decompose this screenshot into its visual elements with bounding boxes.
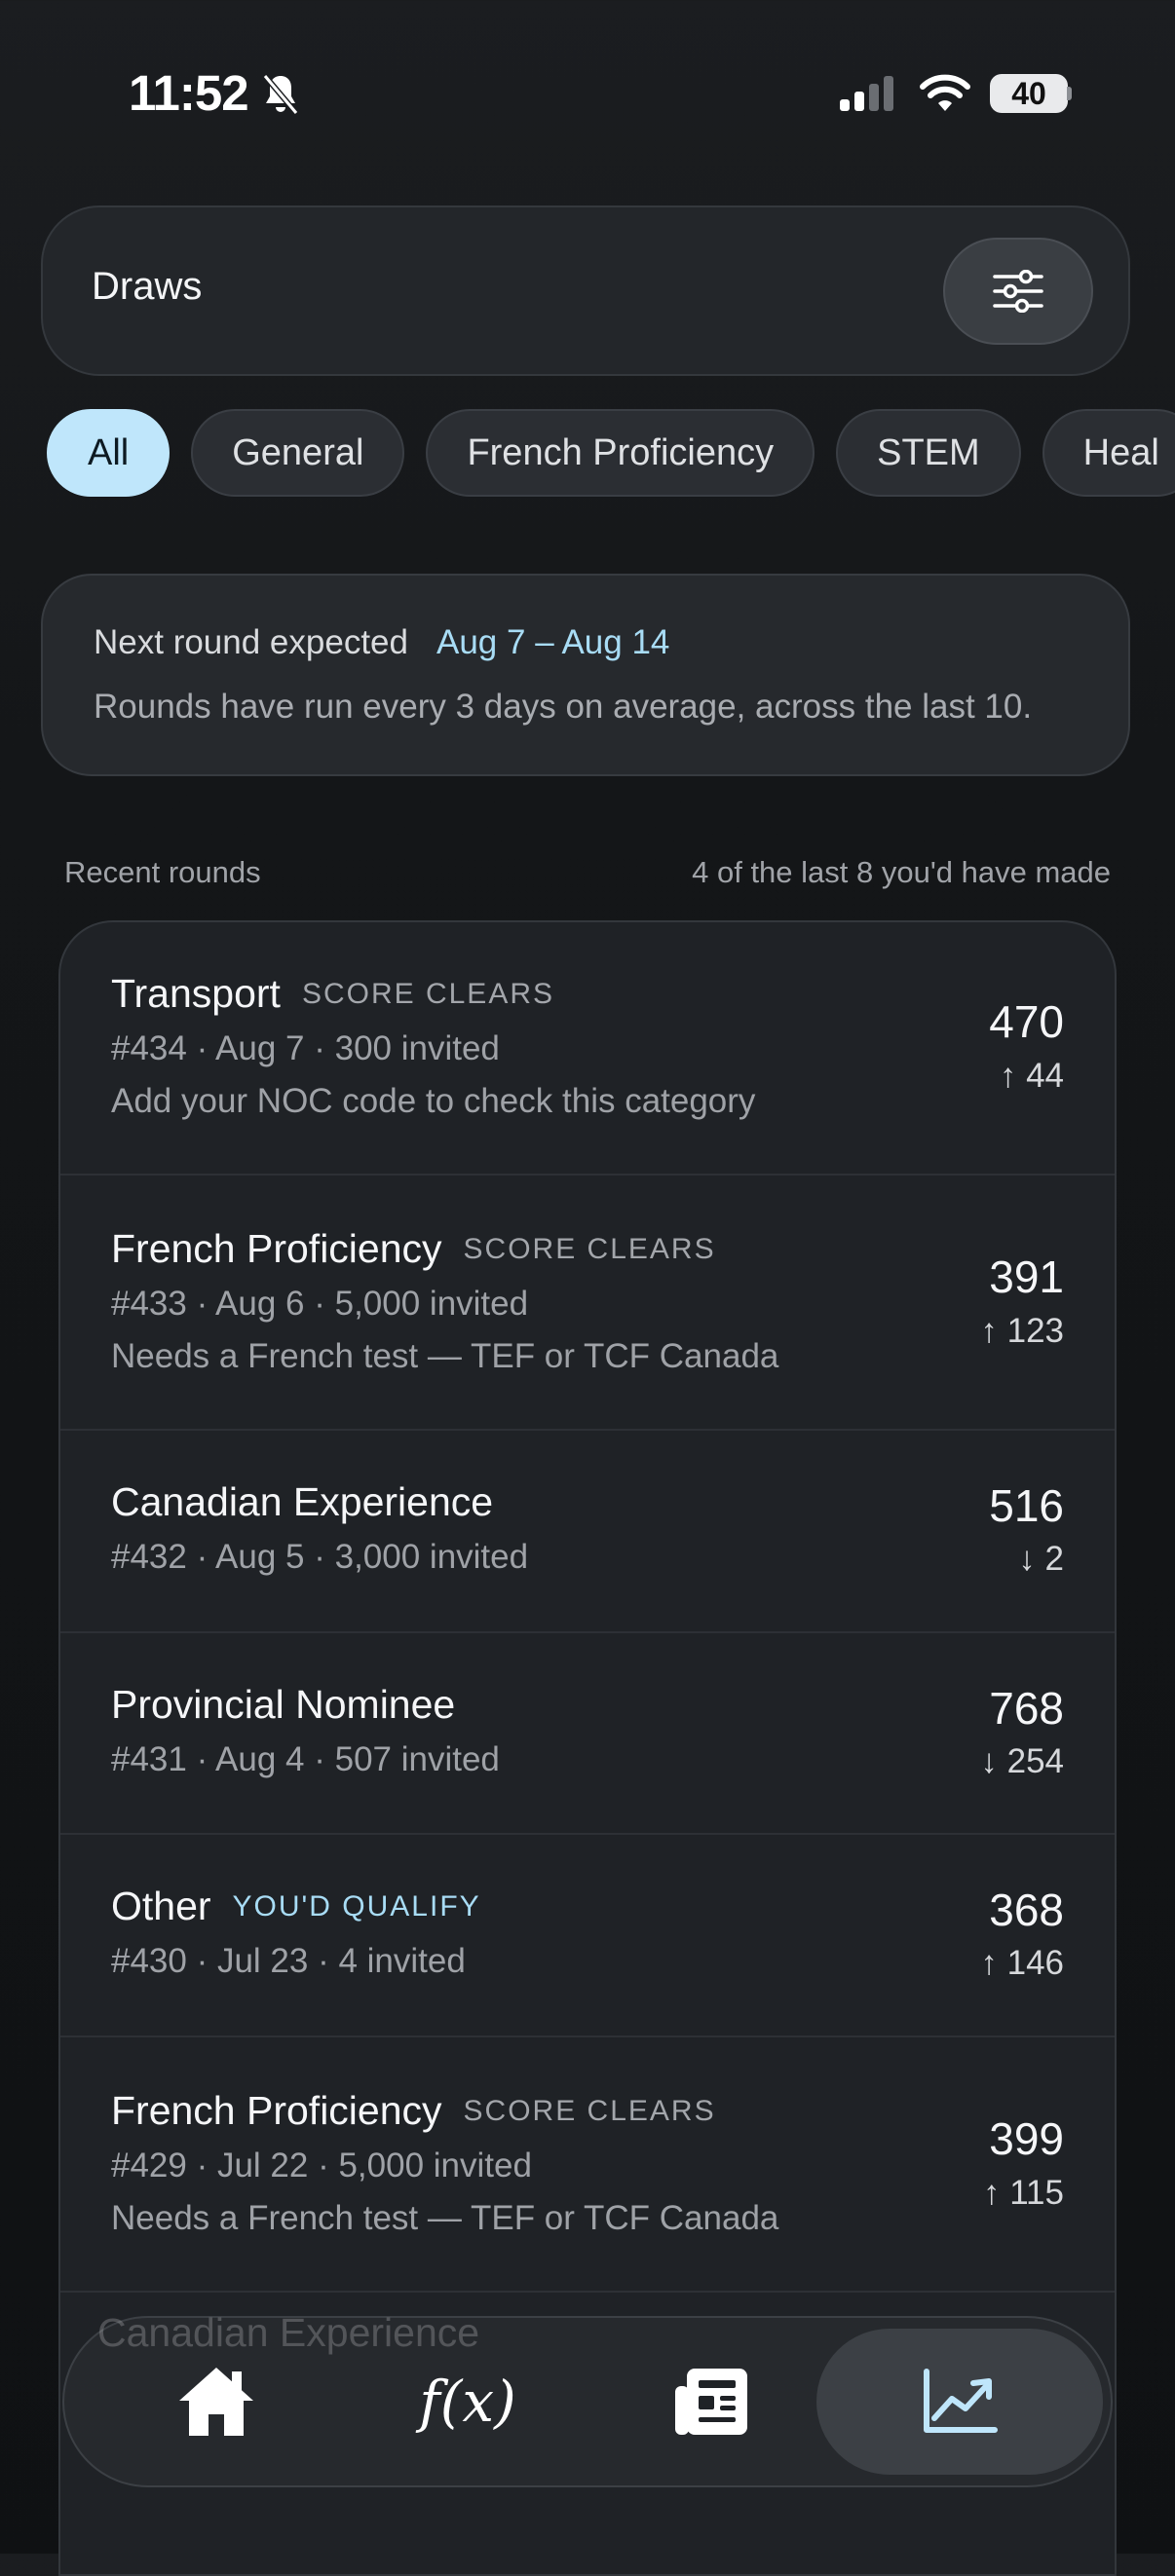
formula-icon: f(x) bbox=[419, 2369, 516, 2435]
news-icon bbox=[675, 2369, 747, 2435]
round-title: Other bbox=[111, 1884, 211, 1928]
nav-formula[interactable]: f(x) bbox=[409, 2362, 526, 2442]
chart-trend-icon bbox=[924, 2369, 998, 2433]
chip-general[interactable]: General bbox=[191, 409, 405, 497]
round-delta: ↑ 115 bbox=[982, 2174, 1064, 2212]
round-row[interactable]: Provincial Nominee #431 · Aug 4 · 507 in… bbox=[60, 1633, 1115, 1835]
round-score: 470 bbox=[989, 996, 1064, 1047]
round-meta: #434 · Aug 7 · 300 invited bbox=[111, 1029, 500, 1067]
sliders-icon bbox=[993, 270, 1043, 313]
round-score: 368 bbox=[989, 1885, 1064, 1935]
round-row[interactable]: Canadian Experience #432 · Aug 5 · 3,000… bbox=[60, 1431, 1115, 1633]
filter-button[interactable] bbox=[943, 238, 1093, 345]
round-score: 399 bbox=[989, 2113, 1064, 2164]
round-tag: SCORE CLEARS bbox=[463, 2095, 716, 2127]
chip-all[interactable]: All bbox=[47, 409, 171, 497]
nav-news[interactable] bbox=[666, 2362, 756, 2442]
round-row[interactable]: French Proficiency SCORE CLEARS #433 · Au… bbox=[60, 1176, 1115, 1431]
round-delta: ↑ 123 bbox=[980, 1312, 1064, 1350]
battery-tip bbox=[1067, 87, 1072, 100]
bell-muted-icon bbox=[262, 74, 299, 115]
round-row[interactable]: Other YOU'D QUALIFY #430 · Jul 23 · 4 inv… bbox=[60, 1835, 1115, 2037]
nav-trends[interactable] bbox=[916, 2365, 1004, 2439]
round-delta: ↓ 254 bbox=[980, 1742, 1064, 1780]
round-meta: #430 · Jul 23 · 4 invited bbox=[111, 1942, 466, 1980]
round-meta: #429 · Jul 22 · 5,000 invited bbox=[111, 2147, 532, 2184]
round-score: 516 bbox=[989, 1480, 1064, 1531]
next-round-dates: Aug 7 – Aug 14 bbox=[436, 623, 670, 661]
round-tag: SCORE CLEARS bbox=[301, 978, 555, 1010]
cellular-signal-icon bbox=[840, 76, 893, 111]
round-delta: ↓ 2 bbox=[1018, 1540, 1064, 1578]
next-round-card bbox=[41, 574, 1130, 776]
page-title: Draws bbox=[92, 265, 203, 308]
round-note: Add your NOC code to check this category bbox=[111, 1082, 756, 1120]
round-score: 391 bbox=[989, 1251, 1064, 1302]
round-note: Needs a French test — TEF or TCF Canada bbox=[111, 2199, 779, 2237]
round-title: Transport bbox=[111, 971, 281, 1016]
round-meta: #432 · Aug 5 · 3,000 invited bbox=[111, 1538, 529, 1576]
round-title: French Proficiency bbox=[111, 1226, 442, 1271]
chip-stem[interactable]: STEM bbox=[836, 409, 1021, 497]
round-delta: ↑ 44 bbox=[999, 1057, 1064, 1095]
chip-french-proficiency[interactable]: French Proficiency bbox=[426, 409, 815, 497]
section-summary: 4 of the last 8 you'd have made bbox=[692, 855, 1111, 889]
chip-health[interactable]: Heal bbox=[1042, 409, 1175, 497]
ghost-row-title: Canadian Experience bbox=[97, 2310, 480, 2355]
round-note: Needs a French test — TEF or TCF Canada bbox=[111, 1337, 779, 1375]
round-delta: ↑ 146 bbox=[980, 1944, 1064, 1982]
next-round-description: Rounds have run every 3 days on average,… bbox=[94, 688, 1033, 726]
battery-icon: 40 bbox=[990, 74, 1068, 113]
status-time: 11:52 bbox=[129, 65, 249, 121]
wifi-icon bbox=[920, 74, 970, 111]
round-meta: #433 · Aug 6 · 5,000 invited bbox=[111, 1285, 529, 1323]
round-meta: #431 · Aug 4 · 507 invited bbox=[111, 1740, 500, 1778]
next-round-label: Next round expected bbox=[94, 623, 408, 661]
round-tag: SCORE CLEARS bbox=[463, 1233, 716, 1265]
home-icon bbox=[179, 2368, 253, 2436]
round-title: Provincial Nominee bbox=[111, 1682, 456, 1727]
section-title: Recent rounds bbox=[64, 855, 261, 889]
round-row[interactable]: Transport SCORE CLEARS #434 · Aug 7 · 300… bbox=[60, 922, 1115, 1176]
nav-home[interactable] bbox=[166, 2362, 267, 2442]
category-chips: All General French Proficiency STEM Heal bbox=[47, 409, 1175, 497]
round-row[interactable]: French Proficiency SCORE CLEARS #429 · Ju… bbox=[60, 2037, 1115, 2293]
round-title: French Proficiency bbox=[111, 2088, 442, 2133]
round-tag: YOU'D QUALIFY bbox=[232, 1890, 481, 1923]
round-title: Canadian Experience bbox=[111, 1479, 494, 1524]
round-score: 768 bbox=[989, 1683, 1064, 1734]
